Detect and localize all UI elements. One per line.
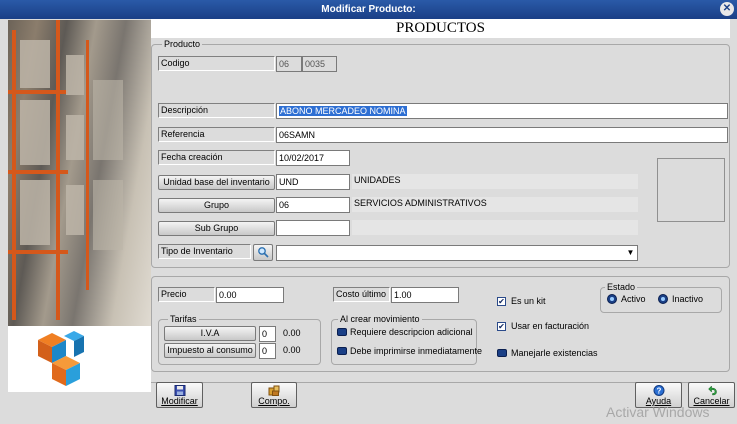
compo-label: Compo. bbox=[258, 396, 290, 406]
estado-group-label: Estado bbox=[605, 281, 638, 293]
window-title: Modificar Producto: bbox=[321, 4, 416, 15]
inactivo-radio[interactable] bbox=[658, 294, 668, 304]
fecha-label: Fecha creación bbox=[158, 150, 275, 165]
subgrupo-field[interactable] bbox=[276, 220, 350, 236]
title-bar: Modificar Producto: ✕ bbox=[0, 0, 737, 19]
existencias-checkbox[interactable] bbox=[497, 349, 507, 357]
svg-text:?: ? bbox=[656, 387, 661, 396]
kit-checkbox[interactable]: ✔ bbox=[497, 297, 506, 306]
page-title: PRODUCTOS bbox=[151, 19, 730, 38]
components-icon bbox=[268, 385, 280, 396]
grupo-button[interactable]: Grupo bbox=[158, 198, 275, 213]
referencia-label: Referencia bbox=[158, 127, 275, 142]
chevron-down-icon[interactable]: ▼ bbox=[624, 246, 637, 260]
costo-label: Costo último bbox=[333, 287, 390, 302]
help-icon: ? bbox=[653, 385, 664, 396]
descripcion-field[interactable]: ABONO MERCADEO NOMINA bbox=[276, 103, 728, 119]
activo-label: Activo bbox=[621, 294, 646, 304]
existencias-label: Manejarle existencias bbox=[511, 348, 598, 358]
inactivo-label: Inactivo bbox=[672, 294, 704, 304]
undo-icon bbox=[707, 385, 717, 396]
subgrupo-desc bbox=[352, 220, 638, 235]
iva-value: 0.00 bbox=[283, 328, 301, 338]
tipo-label: Tipo de Inventario bbox=[158, 244, 251, 259]
close-icon[interactable]: ✕ bbox=[720, 2, 734, 16]
costo-field[interactable]: 1.00 bbox=[391, 287, 459, 303]
modificar-button[interactable]: Modificar bbox=[156, 382, 203, 408]
kit-label: Es un kit bbox=[511, 296, 546, 306]
fecha-field[interactable]: 10/02/2017 bbox=[276, 150, 350, 166]
unidad-desc: UNIDADES bbox=[352, 174, 638, 189]
movimiento-group: Al crear movimiento bbox=[331, 313, 477, 365]
logo bbox=[8, 326, 151, 392]
imprimir-label: Debe imprimirse inmediatamente bbox=[350, 346, 483, 356]
impuesto-value: 0.00 bbox=[283, 345, 301, 355]
referencia-field[interactable]: 06SAMN bbox=[276, 127, 728, 143]
save-icon bbox=[174, 385, 185, 396]
unidad-button[interactable]: Unidad base del inventario bbox=[158, 175, 275, 190]
grupo-field[interactable]: 06 bbox=[276, 197, 350, 213]
search-icon[interactable] bbox=[253, 244, 273, 261]
codigo-field: 0035 bbox=[302, 56, 337, 72]
imprimir-checkbox[interactable] bbox=[337, 347, 347, 355]
warehouse-image bbox=[8, 20, 151, 326]
impuesto-code-field[interactable]: 0 bbox=[259, 343, 276, 359]
activation-watermark: Activar Windows bbox=[606, 404, 710, 420]
impuesto-button[interactable]: Impuesto al consumo bbox=[164, 343, 256, 358]
grupo-desc: SERVICIOS ADMINISTRATIVOS bbox=[352, 197, 638, 212]
descripcion-label: Descripción bbox=[158, 103, 275, 118]
movimiento-group-label: Al crear movimiento bbox=[338, 313, 422, 325]
iva-button[interactable]: I.V.A bbox=[164, 326, 256, 341]
facturacion-checkbox[interactable]: ✔ bbox=[497, 322, 506, 331]
tipo-dropdown[interactable] bbox=[276, 245, 638, 261]
requiere-checkbox[interactable] bbox=[337, 328, 347, 336]
precio-field[interactable]: 0.00 bbox=[216, 287, 284, 303]
product-image[interactable] bbox=[657, 158, 725, 222]
tarifas-group-label: Tarifas bbox=[168, 313, 199, 325]
codigo-prefix-field: 06 bbox=[276, 56, 302, 72]
producto-group-label: Producto bbox=[162, 38, 203, 50]
modificar-label: Modificar bbox=[161, 396, 198, 406]
unidad-field[interactable]: UND bbox=[276, 174, 350, 190]
precio-label: Precio bbox=[158, 287, 215, 302]
codigo-label: Codigo bbox=[158, 56, 275, 71]
descripcion-value: ABONO MERCADEO NOMINA bbox=[279, 106, 407, 116]
iva-code-field[interactable]: 0 bbox=[259, 326, 276, 342]
facturacion-label: Usar en facturación bbox=[511, 321, 590, 331]
subgrupo-button[interactable]: Sub Grupo bbox=[158, 221, 275, 236]
requiere-label: Requiere descripcion adicional bbox=[350, 327, 473, 337]
activo-radio[interactable] bbox=[607, 294, 617, 304]
compo-button[interactable]: Compo. bbox=[251, 382, 297, 408]
